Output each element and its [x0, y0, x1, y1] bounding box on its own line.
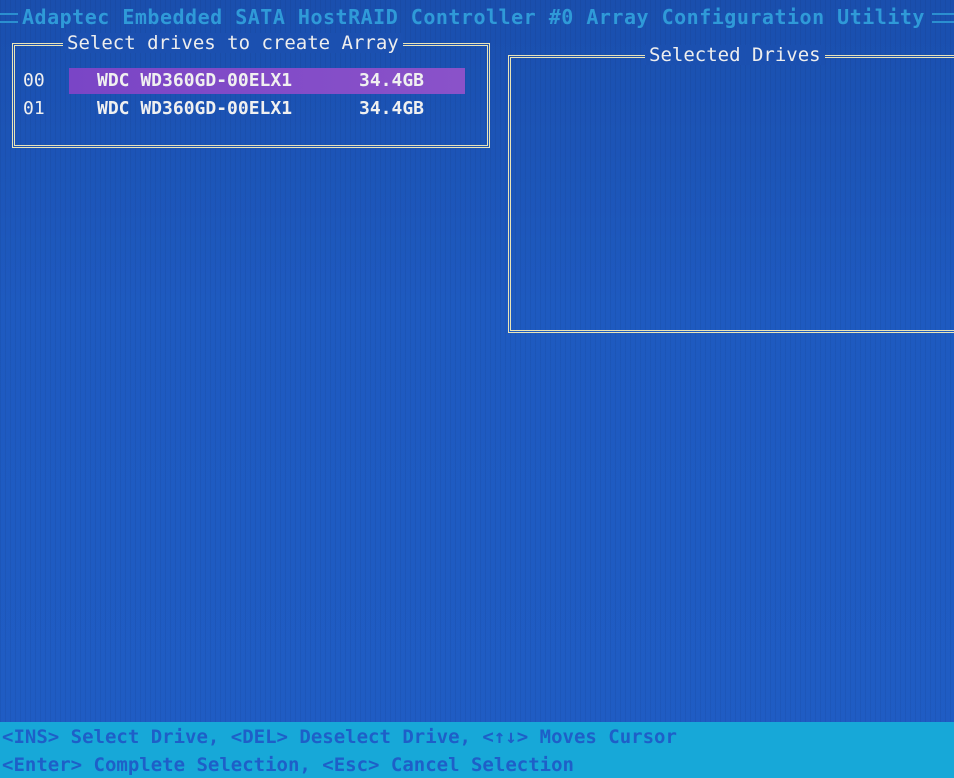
drive-id: 00: [23, 70, 45, 91]
status-hint-line-2: <Enter> Complete Selection, <Esc> Cancel…: [2, 754, 574, 776]
status-hint-line-1: <INS> Select Drive, <DEL> Deselect Drive…: [2, 726, 677, 748]
selected-drives-panel: Selected Drives: [508, 45, 954, 333]
status-bar: <INS> Select Drive, <DEL> Deselect Drive…: [0, 722, 954, 778]
select-drives-panel: Select drives to create Array 00 WDC WD3…: [12, 33, 490, 148]
selected-drives-panel-title: Selected Drives: [645, 45, 825, 65]
drive-size: 34.4GB: [359, 70, 425, 91]
select-drives-panel-title: Select drives to create Array: [63, 33, 403, 53]
drive-id: 01: [23, 98, 45, 119]
title-bar: Adaptec Embedded SATA HostRAID Controlle…: [0, 0, 954, 34]
drive-model: WDC WD360GD-00ELX1: [97, 70, 293, 91]
title-rule-left: [0, 13, 18, 23]
drive-model: WDC WD360GD-00ELX1: [97, 98, 293, 119]
drive-size: 34.4GB: [359, 98, 425, 119]
drive-row[interactable]: 01 WDC WD360GD-00ELX1 34.4GB: [19, 96, 481, 122]
drive-row[interactable]: 00 WDC WD360GD-00ELX1 34.4GB: [19, 68, 481, 94]
bios-screen: Adaptec Embedded SATA HostRAID Controlle…: [0, 0, 954, 778]
title-rule-right: [932, 13, 954, 23]
window-title: Adaptec Embedded SATA HostRAID Controlle…: [22, 5, 925, 29]
